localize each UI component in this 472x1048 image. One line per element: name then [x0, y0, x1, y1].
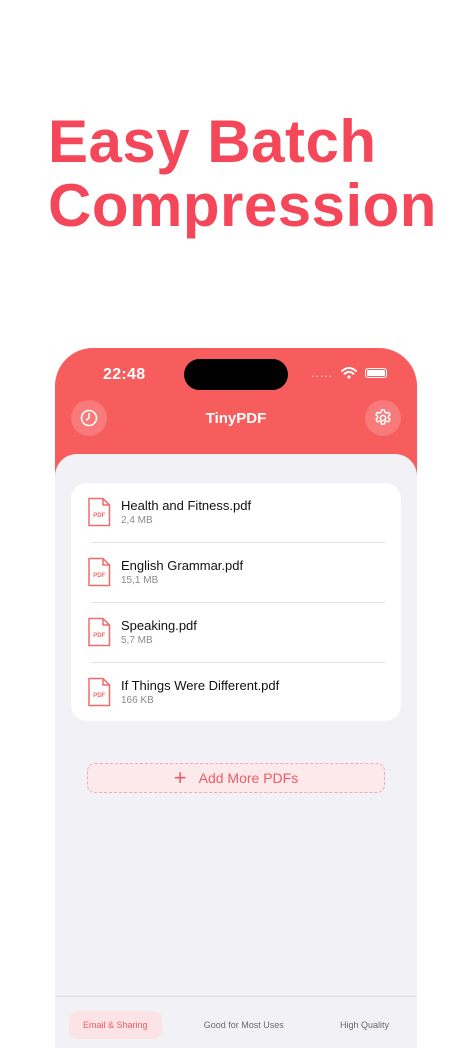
file-size: 2,4 MB: [121, 515, 153, 526]
file-name: Health and Fitness.pdf: [121, 498, 252, 513]
battery-icon: [365, 368, 387, 378]
pdf-icon-label: PDF: [93, 693, 105, 699]
file-size: 15,1 MB: [121, 575, 159, 586]
wifi-icon: [341, 367, 357, 379]
pdf-icon-label: PDF: [93, 573, 105, 579]
headline: Easy Batch Compression: [48, 110, 437, 238]
pdf-file-icon: PDF: [88, 557, 111, 587]
file-name: English Grammar.pdf: [121, 558, 244, 573]
dynamic-island: [184, 359, 288, 390]
file-list: PDF Health and Fitness.pdf 2,4 MB PDF En…: [71, 483, 401, 721]
pdf-file-icon: PDF: [88, 677, 111, 707]
tab-good-for-most-uses[interactable]: Good for Most Uses: [190, 1011, 298, 1039]
file-name: If Things Were Different.pdf: [121, 678, 280, 693]
file-size: 5,7 MB: [121, 635, 153, 646]
add-more-pdfs-button[interactable]: + Add More PDFs: [87, 763, 385, 793]
file-row[interactable]: PDF Health and Fitness.pdf 2,4 MB: [71, 483, 401, 543]
file-row[interactable]: PDF If Things Were Different.pdf 166 KB: [71, 663, 401, 723]
phone-frame: 22:48 ..... TinyPDF PDF Health and Fitne…: [55, 348, 417, 1048]
content-sheet: PDF Health and Fitness.pdf 2,4 MB PDF En…: [55, 454, 417, 1048]
pdf-icon-label: PDF: [93, 513, 105, 519]
file-row[interactable]: PDF English Grammar.pdf 15,1 MB: [71, 543, 401, 603]
settings-button[interactable]: [365, 400, 401, 436]
pdf-file-icon: PDF: [88, 497, 111, 527]
tab-high-quality[interactable]: High Quality: [326, 1011, 403, 1039]
quality-selector-bar: Email & Sharing Good for Most Uses High …: [55, 996, 417, 1048]
headline-line-1: Easy Batch: [48, 108, 377, 175]
gear-icon: [375, 409, 391, 425]
app-title: TinyPDF: [205, 410, 267, 427]
status-indicators: .....: [311, 366, 387, 380]
headline-line-2: Compression: [48, 172, 437, 239]
cellular-signal-icon: .....: [311, 366, 333, 380]
file-size: 166 KB: [121, 695, 154, 706]
file-name: Speaking.pdf: [121, 618, 197, 633]
plus-icon: +: [173, 765, 187, 790]
tab-email-sharing[interactable]: Email & Sharing: [69, 1011, 162, 1039]
status-time: 22:48: [103, 366, 146, 383]
file-row[interactable]: PDF Speaking.pdf 5,7 MB: [71, 603, 401, 663]
add-more-pdfs-label: Add More PDFs: [198, 770, 299, 786]
pdf-icon-label: PDF: [93, 633, 105, 639]
pdf-file-icon: PDF: [88, 617, 111, 647]
quality-tabs: Email & Sharing Good for Most Uses High …: [69, 1011, 403, 1039]
